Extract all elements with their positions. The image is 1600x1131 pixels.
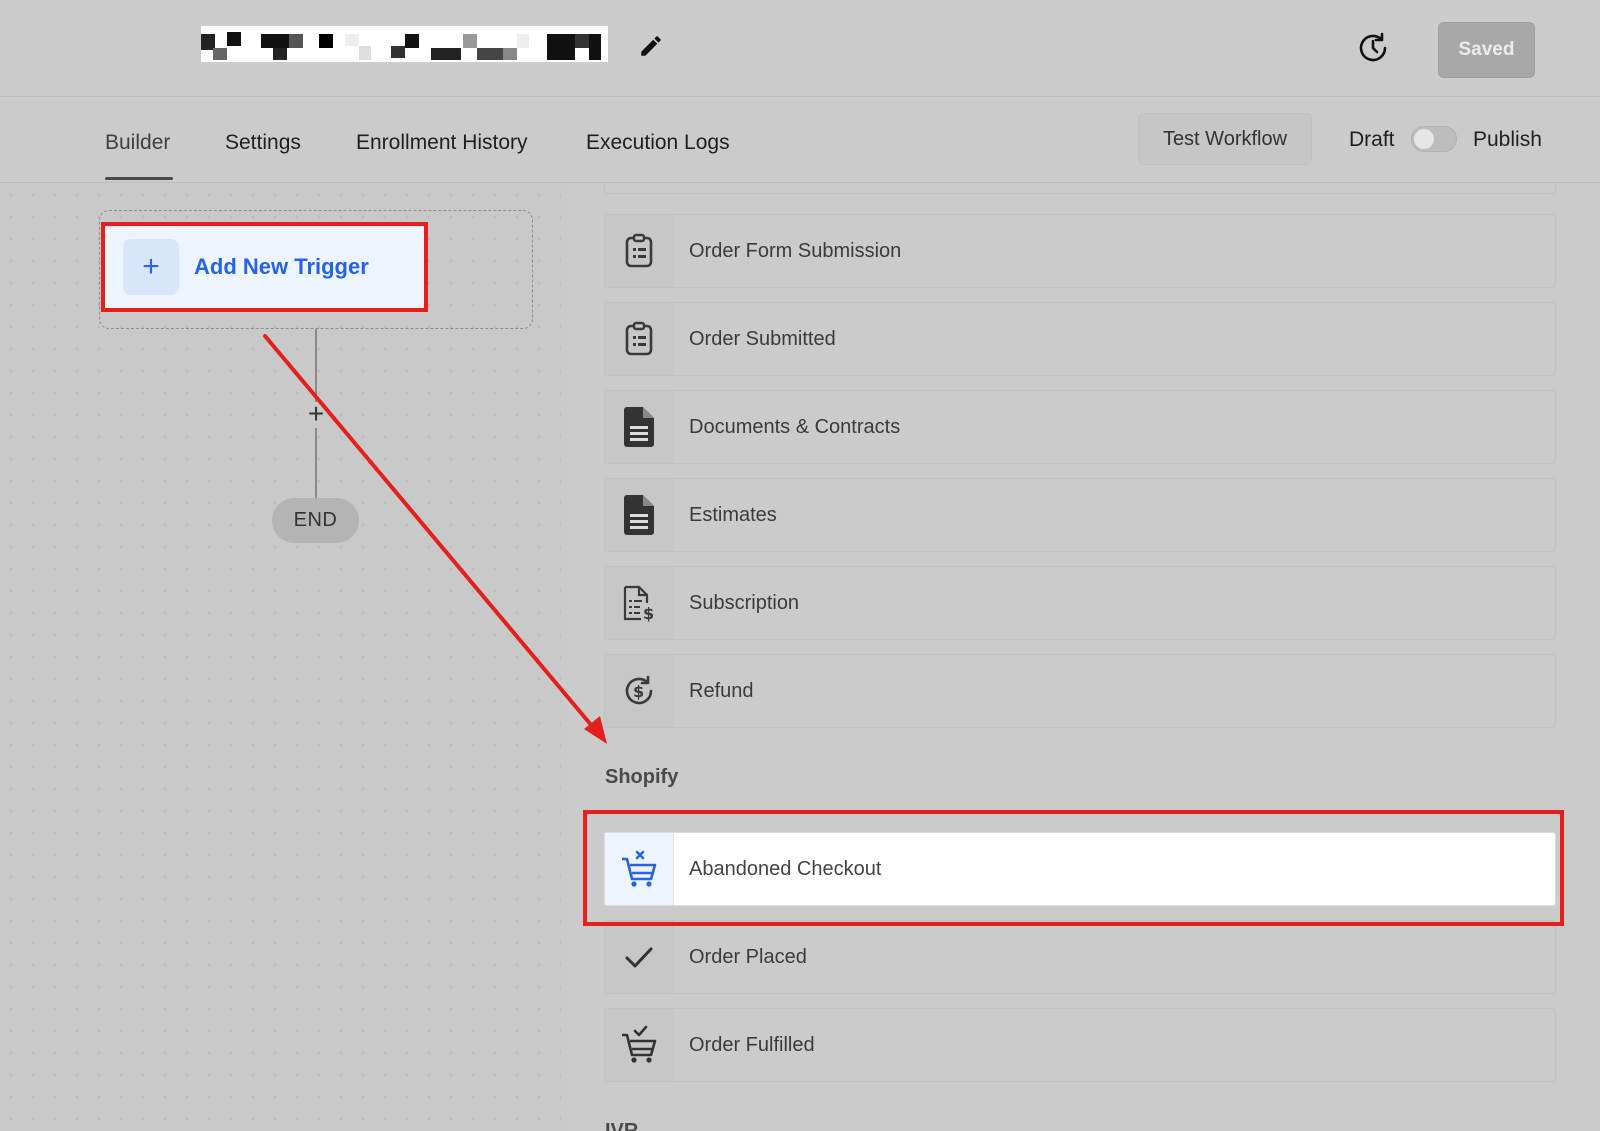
- workflow-canvas[interactable]: + Add New Trigger + END: [0, 184, 561, 1131]
- connector-line: [315, 329, 317, 402]
- trigger-item-subscription[interactable]: $ Subscription: [604, 566, 1556, 640]
- trigger-item-order-placed[interactable]: Order Placed: [604, 920, 1556, 994]
- clipboard-list-icon: [605, 303, 674, 375]
- trigger-item-order-submitted[interactable]: Order Submitted: [604, 302, 1556, 376]
- svg-text:$: $: [633, 682, 644, 701]
- trigger-label: Documents & Contracts: [689, 415, 901, 438]
- checkmark-icon: [605, 921, 674, 993]
- version-history-icon[interactable]: [1355, 30, 1391, 66]
- clipboard-list-icon: [605, 215, 674, 287]
- publish-label: Publish: [1473, 128, 1542, 151]
- trigger-item-estimates[interactable]: Estimates: [604, 478, 1556, 552]
- tab-enrollment-history[interactable]: Enrollment History: [356, 131, 528, 155]
- connector-line: [315, 428, 317, 498]
- trigger-label: Order Submitted: [689, 327, 836, 350]
- trigger-label: Order Placed: [689, 945, 807, 968]
- annotation-highlight-box: [583, 810, 1564, 926]
- ivr-section-title: IVR: [605, 1120, 639, 1131]
- end-node: END: [272, 498, 359, 543]
- trigger-label: Estimates: [689, 503, 777, 526]
- tab-builder[interactable]: Builder: [105, 131, 170, 155]
- plus-icon: +: [123, 239, 179, 295]
- svg-text:$: $: [643, 604, 654, 622]
- draft-label: Draft: [1349, 128, 1395, 151]
- trigger-item-documents-contracts[interactable]: Documents & Contracts: [604, 390, 1556, 464]
- trigger-item-refund[interactable]: $ Refund: [604, 654, 1556, 728]
- refund-icon: $: [605, 655, 674, 727]
- tab-bar: Builder Settings Enrollment History Exec…: [0, 97, 1600, 183]
- document-icon: [605, 479, 674, 551]
- list-item-partial: [604, 184, 1556, 194]
- test-workflow-button[interactable]: Test Workflow: [1138, 113, 1312, 165]
- toggle-knob: [1414, 129, 1434, 149]
- cart-check-icon: [605, 1009, 674, 1081]
- trigger-label: Subscription: [689, 591, 800, 614]
- trigger-label: Order Fulfilled: [689, 1033, 815, 1056]
- add-action-plus-icon[interactable]: +: [303, 400, 329, 428]
- tab-execution-logs[interactable]: Execution Logs: [586, 131, 730, 155]
- add-new-trigger-button[interactable]: + Add New Trigger: [101, 222, 428, 312]
- trigger-list-panel: Order Form Submission Order Submitted Do…: [561, 184, 1600, 1131]
- invoice-dollar-icon: $: [605, 567, 674, 639]
- top-bar: Saved: [0, 0, 1600, 97]
- document-icon: [605, 391, 674, 463]
- publish-toggle[interactable]: [1411, 126, 1457, 152]
- trigger-item-order-form-submission[interactable]: Order Form Submission: [604, 214, 1556, 288]
- add-new-trigger-label: Add New Trigger: [194, 254, 369, 279]
- trigger-label: Refund: [689, 679, 754, 702]
- trigger-item-order-fulfilled[interactable]: Order Fulfilled: [604, 1008, 1556, 1082]
- tab-settings[interactable]: Settings: [225, 131, 301, 155]
- saved-button[interactable]: Saved: [1438, 22, 1535, 78]
- shopify-section-title: Shopify: [605, 766, 679, 788]
- trigger-label: Order Form Submission: [689, 239, 902, 262]
- workflow-name-redacted: [201, 26, 608, 62]
- pencil-edit-icon[interactable]: [638, 33, 664, 59]
- active-tab-indicator: [105, 177, 173, 180]
